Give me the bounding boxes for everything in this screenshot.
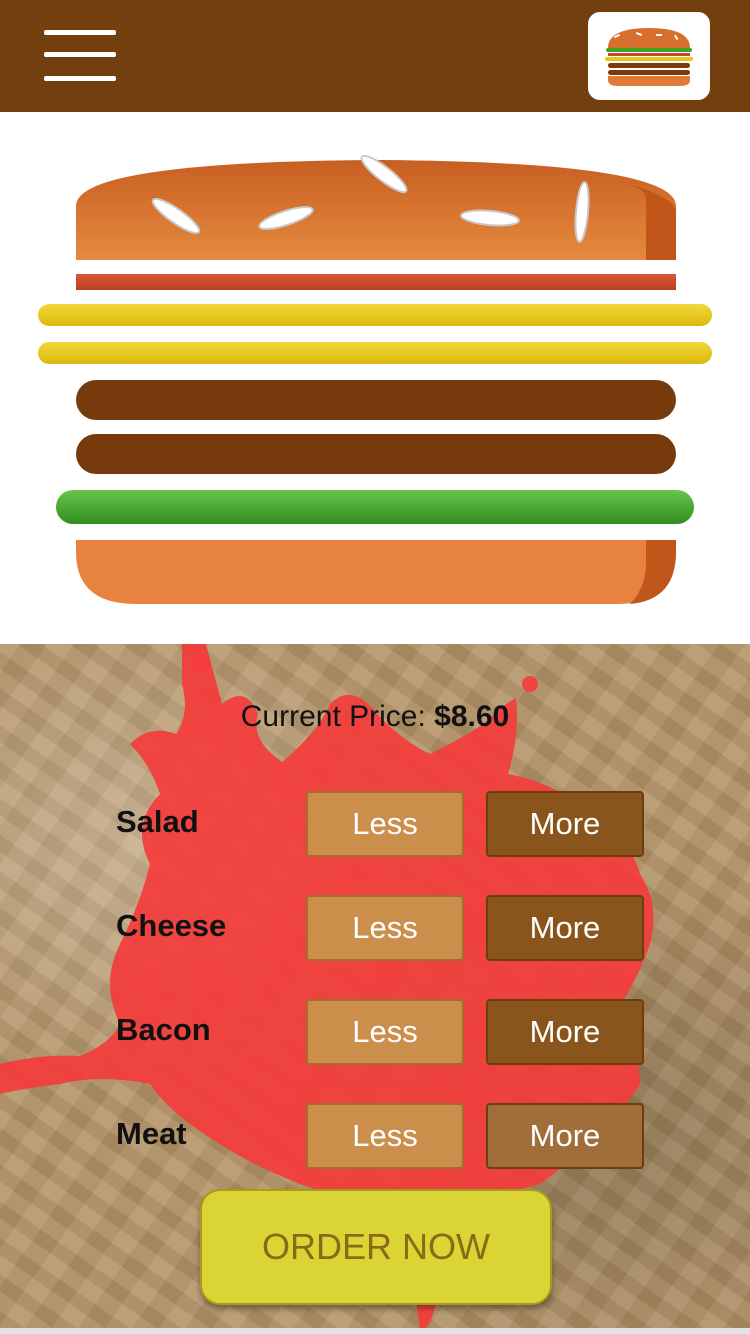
controls-panel: Current Price: $8.60 Salad Less More Che… [0,644,750,1328]
order-now-button[interactable]: ORDER NOW [200,1189,552,1305]
bacon-less-button[interactable]: Less [306,999,464,1065]
top-bun [76,154,676,260]
price-label: Current Price: [240,700,426,733]
meat-more-button[interactable]: More [486,1103,644,1169]
cheese-more-button[interactable]: More [486,895,644,961]
bottom-divider [0,1328,750,1334]
current-price: Current Price: $8.60 [0,700,750,734]
burger-logo-icon[interactable] [588,12,710,100]
salad-layer [56,490,694,524]
hamburger-menu-icon[interactable] [42,28,118,86]
cheese-label: Cheese [116,908,227,943]
bacon-layer [76,274,676,290]
burger-preview [0,112,750,644]
cheese-less-button[interactable]: Less [306,895,464,961]
meat-less-button[interactable]: Less [306,1103,464,1169]
salad-more-button[interactable]: More [486,791,644,857]
cheese-layer-1 [38,304,712,326]
salad-label: Salad [116,804,199,839]
bottom-bun [76,540,676,604]
meat-label: Meat [116,1116,187,1151]
meat-layer-2 [76,434,676,474]
meat-layer-1 [76,380,676,420]
price-value: $8.60 [434,700,510,733]
bacon-label: Bacon [116,1012,211,1047]
bacon-more-button[interactable]: More [486,999,644,1065]
cheese-layer-2 [38,342,712,364]
salad-less-button[interactable]: Less [306,791,464,857]
top-bar [0,0,750,112]
